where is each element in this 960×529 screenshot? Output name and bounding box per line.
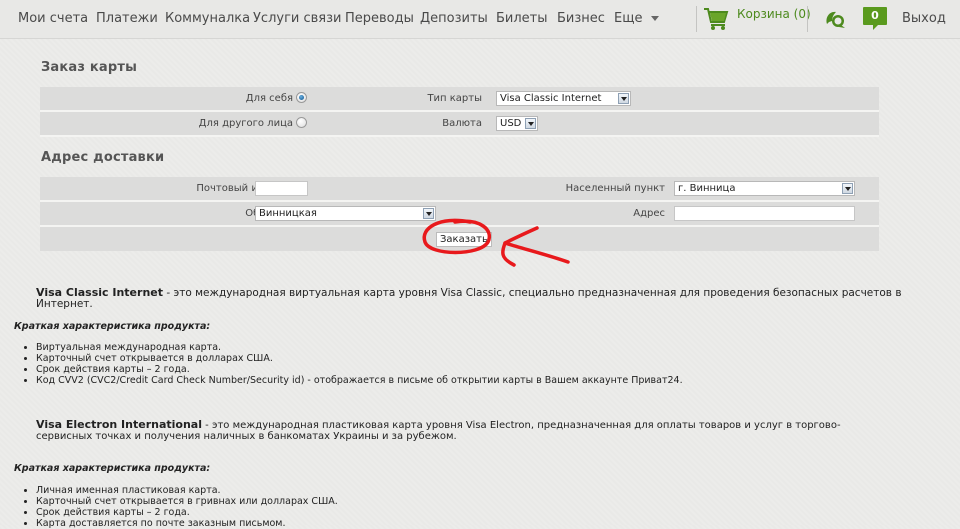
logout-link[interactable]: Выход	[902, 11, 946, 26]
address-input[interactable]	[674, 206, 855, 221]
top-navigation: Мои счета Платежи Коммуналка Услуги связ…	[0, 0, 960, 39]
nav-deposits[interactable]: Депозиты	[420, 11, 488, 26]
divider	[696, 6, 697, 32]
nav-more[interactable]: Еще	[614, 11, 642, 26]
city-label: Населенный пункт	[565, 183, 665, 194]
feature-item: Срок действия карты – 2 года.	[36, 507, 338, 518]
features-list: Виртуальная международная карта. Карточн…	[22, 342, 683, 386]
nav-tickets[interactable]: Билеты	[496, 11, 548, 26]
currency-label: Валюта	[442, 118, 482, 129]
form-row-recipient-other: Для другого лица Валюта USD	[40, 112, 879, 137]
currency-value: USD	[500, 118, 522, 129]
annotation-circle-arrow	[422, 218, 570, 267]
region-select[interactable]: Винницкая	[255, 206, 436, 221]
order-card-title: Заказ карты	[41, 60, 138, 75]
address-label: Адрес	[633, 208, 665, 219]
delivery-address-title: Адрес доставки	[41, 150, 165, 165]
chevron-down-icon[interactable]	[651, 16, 659, 21]
form-row-region-address: Область Винницкая Адрес	[40, 202, 879, 227]
city-select[interactable]: г. Винница	[674, 181, 855, 196]
card-type-label: Тип карты	[427, 93, 482, 104]
chevron-down-icon[interactable]	[423, 208, 434, 219]
cart-link[interactable]: Корзина (0)	[737, 7, 811, 21]
nav-payments[interactable]: Платежи	[96, 11, 158, 26]
product-text: - это международная виртуальная карта ур…	[36, 287, 902, 310]
form-row-postal-city: Почтовый индекс Населенный пункт г. Винн…	[40, 177, 879, 202]
card-type-value: Visa Classic Internet	[500, 93, 602, 104]
feature-item: Карта доставляется по почте заказным пис…	[36, 518, 338, 529]
region-value: Винницкая	[259, 208, 317, 219]
for-self-label: Для себя	[245, 93, 293, 104]
chevron-down-icon[interactable]	[525, 118, 536, 129]
for-other-radio[interactable]	[296, 117, 307, 128]
features-list: Личная именная пластиковая карта. Карточ…	[22, 485, 338, 529]
messages-badge[interactable]: 0	[863, 7, 887, 30]
shopping-cart-icon[interactable]	[703, 7, 729, 31]
feature-item: Карточный счет открывается в долларах СШ…	[36, 353, 683, 364]
for-self-radio[interactable]	[296, 92, 307, 103]
order-submit-button[interactable]: Заказать	[436, 232, 492, 247]
nav-utilities[interactable]: Коммуналка	[165, 11, 250, 26]
features-title: Краткая характеристика продукта:	[14, 463, 211, 474]
nav-transfers[interactable]: Переводы	[345, 11, 414, 26]
feature-item: Срок действия карты – 2 года.	[36, 364, 683, 375]
product-name: Visa Electron International	[36, 418, 202, 431]
features-title: Краткая характеристика продукта:	[14, 321, 211, 332]
feature-item: Личная именная пластиковая карта.	[36, 485, 338, 496]
nav-business[interactable]: Бизнес	[557, 11, 605, 26]
chevron-down-icon[interactable]	[618, 93, 629, 104]
product-description: Visa Classic Internet - это международна…	[36, 287, 906, 310]
feature-item: Карточный счет открывается в гривнах или…	[36, 496, 338, 507]
postal-code-input[interactable]	[255, 181, 308, 196]
feature-item: Виртуальная международная карта.	[36, 342, 683, 353]
card-type-select[interactable]: Visa Classic Internet	[496, 91, 631, 106]
for-other-label: Для другого лица	[198, 118, 293, 129]
nav-my-accounts[interactable]: Мои счета	[18, 11, 88, 26]
currency-select[interactable]: USD	[496, 116, 538, 131]
chevron-down-icon[interactable]	[842, 183, 853, 194]
feature-item: Код CVV2 (CVC2/Credit Card Check Number/…	[36, 375, 683, 386]
nav-telecom[interactable]: Услуги связи	[253, 11, 341, 26]
product-description: Visa Electron International - это междун…	[36, 419, 896, 442]
divider	[807, 6, 808, 32]
form-row-recipient-self: Для себя Тип карты Visa Classic Internet	[40, 87, 879, 112]
city-value: г. Винница	[678, 183, 736, 194]
chat-icon[interactable]	[824, 8, 846, 30]
